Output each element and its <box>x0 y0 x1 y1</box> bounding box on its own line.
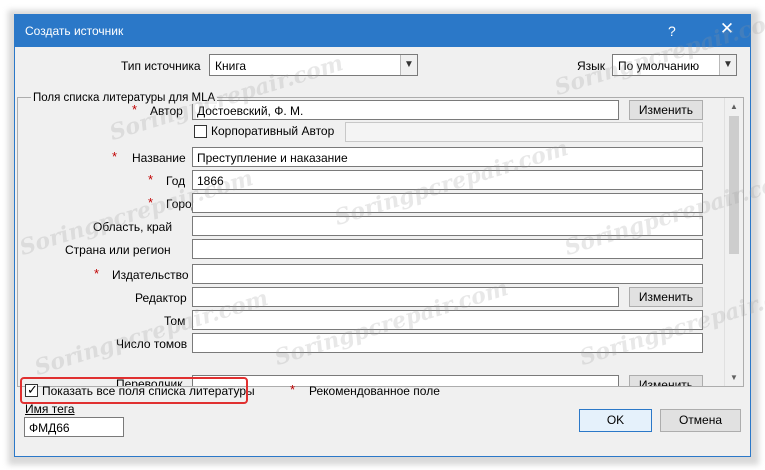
chevron-down-icon: ▼ <box>400 55 417 75</box>
city-field[interactable] <box>192 193 703 213</box>
title-field[interactable]: Преступление и наказание <box>192 147 703 167</box>
scroll-up-icon[interactable]: ▲ <box>725 98 743 115</box>
editor-label: Редактор <box>135 291 187 305</box>
group-title: Поля списка литературы для MLA <box>31 92 218 104</box>
highlight-frame <box>20 377 248 404</box>
language-value: По умолчанию <box>618 59 700 73</box>
author-label: Автор <box>150 104 183 118</box>
tag-name-field[interactable]: ФМД66 <box>24 417 124 437</box>
language-select[interactable]: По умолчанию ▼ <box>612 54 737 76</box>
volume-field[interactable] <box>192 310 703 330</box>
volume-label: Том <box>164 314 186 328</box>
corporate-author-checkbox[interactable] <box>194 125 207 138</box>
fields-scroll-area: * Автор Достоевский, Ф. М. Изменить Корп… <box>18 98 724 386</box>
source-type-label: Тип источника <box>121 59 201 73</box>
title-bar: Создать источник ? ✕ <box>15 15 750 47</box>
num-volumes-field[interactable] <box>192 333 703 353</box>
source-type-value: Книга <box>215 59 247 73</box>
year-field[interactable]: 1866 <box>192 170 703 190</box>
help-button[interactable]: ? <box>668 23 676 39</box>
year-label: Год <box>166 174 186 188</box>
num-volumes-label: Число томов <box>116 337 188 351</box>
required-star: * <box>148 195 154 210</box>
edit-author-button[interactable]: Изменить <box>629 100 703 120</box>
country-label: Страна или регион <box>65 243 171 257</box>
ok-button[interactable]: OK <box>579 409 652 432</box>
source-type-select[interactable]: Книга ▼ <box>209 54 418 76</box>
publisher-label: Издательство <box>112 268 189 282</box>
year-value: 1866 <box>197 174 224 188</box>
required-star: * <box>132 102 138 117</box>
language-label: Язык <box>577 59 606 73</box>
editor-field[interactable] <box>192 287 619 307</box>
scrollbar-thumb[interactable] <box>729 116 739 254</box>
edit-editor-button[interactable]: Изменить <box>629 287 703 307</box>
author-field[interactable]: Достоевский, Ф. М. <box>192 100 619 120</box>
close-button[interactable]: ✕ <box>715 20 739 37</box>
recommended-field-label: Рекомендованное поле <box>309 384 440 398</box>
dialog-title: Создать источник <box>25 24 124 38</box>
region-label: Область, край <box>93 220 173 234</box>
scroll-down-icon[interactable]: ▼ <box>725 369 743 386</box>
title-value: Преступление и наказание <box>197 151 348 165</box>
region-field[interactable] <box>192 216 703 236</box>
tag-name-value: ФМД66 <box>29 421 70 435</box>
required-star: * <box>94 266 100 281</box>
required-star: * <box>148 172 154 187</box>
chevron-down-icon: ▼ <box>719 55 736 75</box>
fields-scrollbar[interactable]: ▲ ▼ <box>724 98 743 386</box>
required-star: * <box>290 382 296 397</box>
edit-translator-button[interactable]: Изменить <box>629 375 703 386</box>
country-field[interactable] <box>192 239 703 259</box>
required-star: * <box>112 149 118 164</box>
corporate-author-field <box>345 122 703 142</box>
cancel-button[interactable]: Отмена <box>660 409 741 432</box>
author-value: Достоевский, Ф. М. <box>197 104 304 118</box>
title-label: Название <box>132 151 186 165</box>
publisher-field[interactable] <box>192 264 703 284</box>
corporate-author-label: Корпоративный Автор <box>211 124 335 138</box>
tag-name-label: Имя тега <box>25 402 75 416</box>
bibliography-fields-group: * Автор Достоевский, Ф. М. Изменить Корп… <box>17 97 744 387</box>
